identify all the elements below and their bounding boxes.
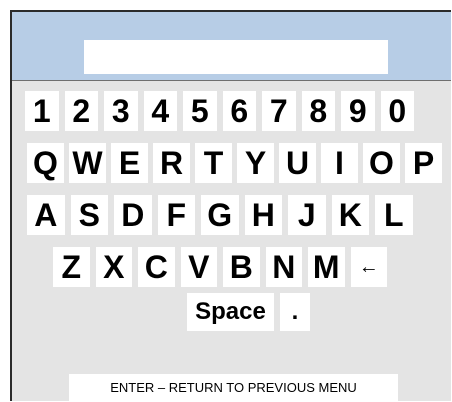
key-6[interactable]: 6: [222, 91, 256, 131]
key-l[interactable]: L: [375, 195, 413, 235]
key-v[interactable]: V: [180, 247, 217, 287]
key-7[interactable]: 7: [262, 91, 296, 131]
key-u[interactable]: U: [279, 143, 316, 183]
key-p[interactable]: P: [405, 143, 442, 183]
key-c[interactable]: C: [138, 247, 175, 287]
enter-return-button[interactable]: ENTER – RETURN TO PREVIOUS MENU: [69, 374, 398, 401]
key-r[interactable]: R: [153, 143, 190, 183]
key-f[interactable]: F: [157, 195, 195, 235]
key-k[interactable]: K: [331, 195, 369, 235]
space-row: Space .: [187, 293, 310, 331]
key-9[interactable]: 9: [341, 91, 375, 131]
key-q[interactable]: Q: [27, 143, 64, 183]
text-display-field[interactable]: [84, 40, 388, 74]
key-1[interactable]: 1: [25, 91, 59, 131]
backspace-key[interactable]: ←: [350, 247, 387, 287]
key-8[interactable]: 8: [301, 91, 335, 131]
key-2[interactable]: 2: [64, 91, 98, 131]
digit-row: 1 2 3 4 5 6 7 8 9 0: [25, 91, 414, 131]
key-4[interactable]: 4: [143, 91, 177, 131]
key-t[interactable]: T: [195, 143, 232, 183]
key-x[interactable]: X: [95, 247, 132, 287]
key-j[interactable]: J: [288, 195, 326, 235]
letter-row-a: A S D F G H J K L: [27, 195, 413, 235]
key-y[interactable]: Y: [237, 143, 274, 183]
key-z[interactable]: Z: [53, 247, 90, 287]
key-3[interactable]: 3: [104, 91, 138, 131]
key-d[interactable]: D: [114, 195, 152, 235]
period-key[interactable]: .: [280, 293, 310, 331]
header-bar: [12, 12, 451, 81]
key-5[interactable]: 5: [183, 91, 217, 131]
backspace-arrow-icon: ←: [358, 256, 379, 278]
space-key[interactable]: Space: [187, 293, 274, 331]
key-o[interactable]: O: [363, 143, 400, 183]
key-b[interactable]: B: [223, 247, 260, 287]
key-i[interactable]: I: [321, 143, 358, 183]
key-s[interactable]: S: [70, 195, 108, 235]
letter-row-z: Z X C V B N M ←: [53, 247, 387, 287]
key-a[interactable]: A: [27, 195, 65, 235]
key-m[interactable]: M: [308, 247, 345, 287]
letter-row-q: Q W E R T Y U I O P: [27, 143, 442, 183]
key-h[interactable]: H: [244, 195, 282, 235]
key-g[interactable]: G: [201, 195, 239, 235]
key-w[interactable]: W: [69, 143, 106, 183]
key-0[interactable]: 0: [380, 91, 414, 131]
key-e[interactable]: E: [111, 143, 148, 183]
keyboard-panel: 1 2 3 4 5 6 7 8 9 0 Q W E R T Y U I O P …: [10, 10, 451, 401]
key-n[interactable]: N: [265, 247, 302, 287]
